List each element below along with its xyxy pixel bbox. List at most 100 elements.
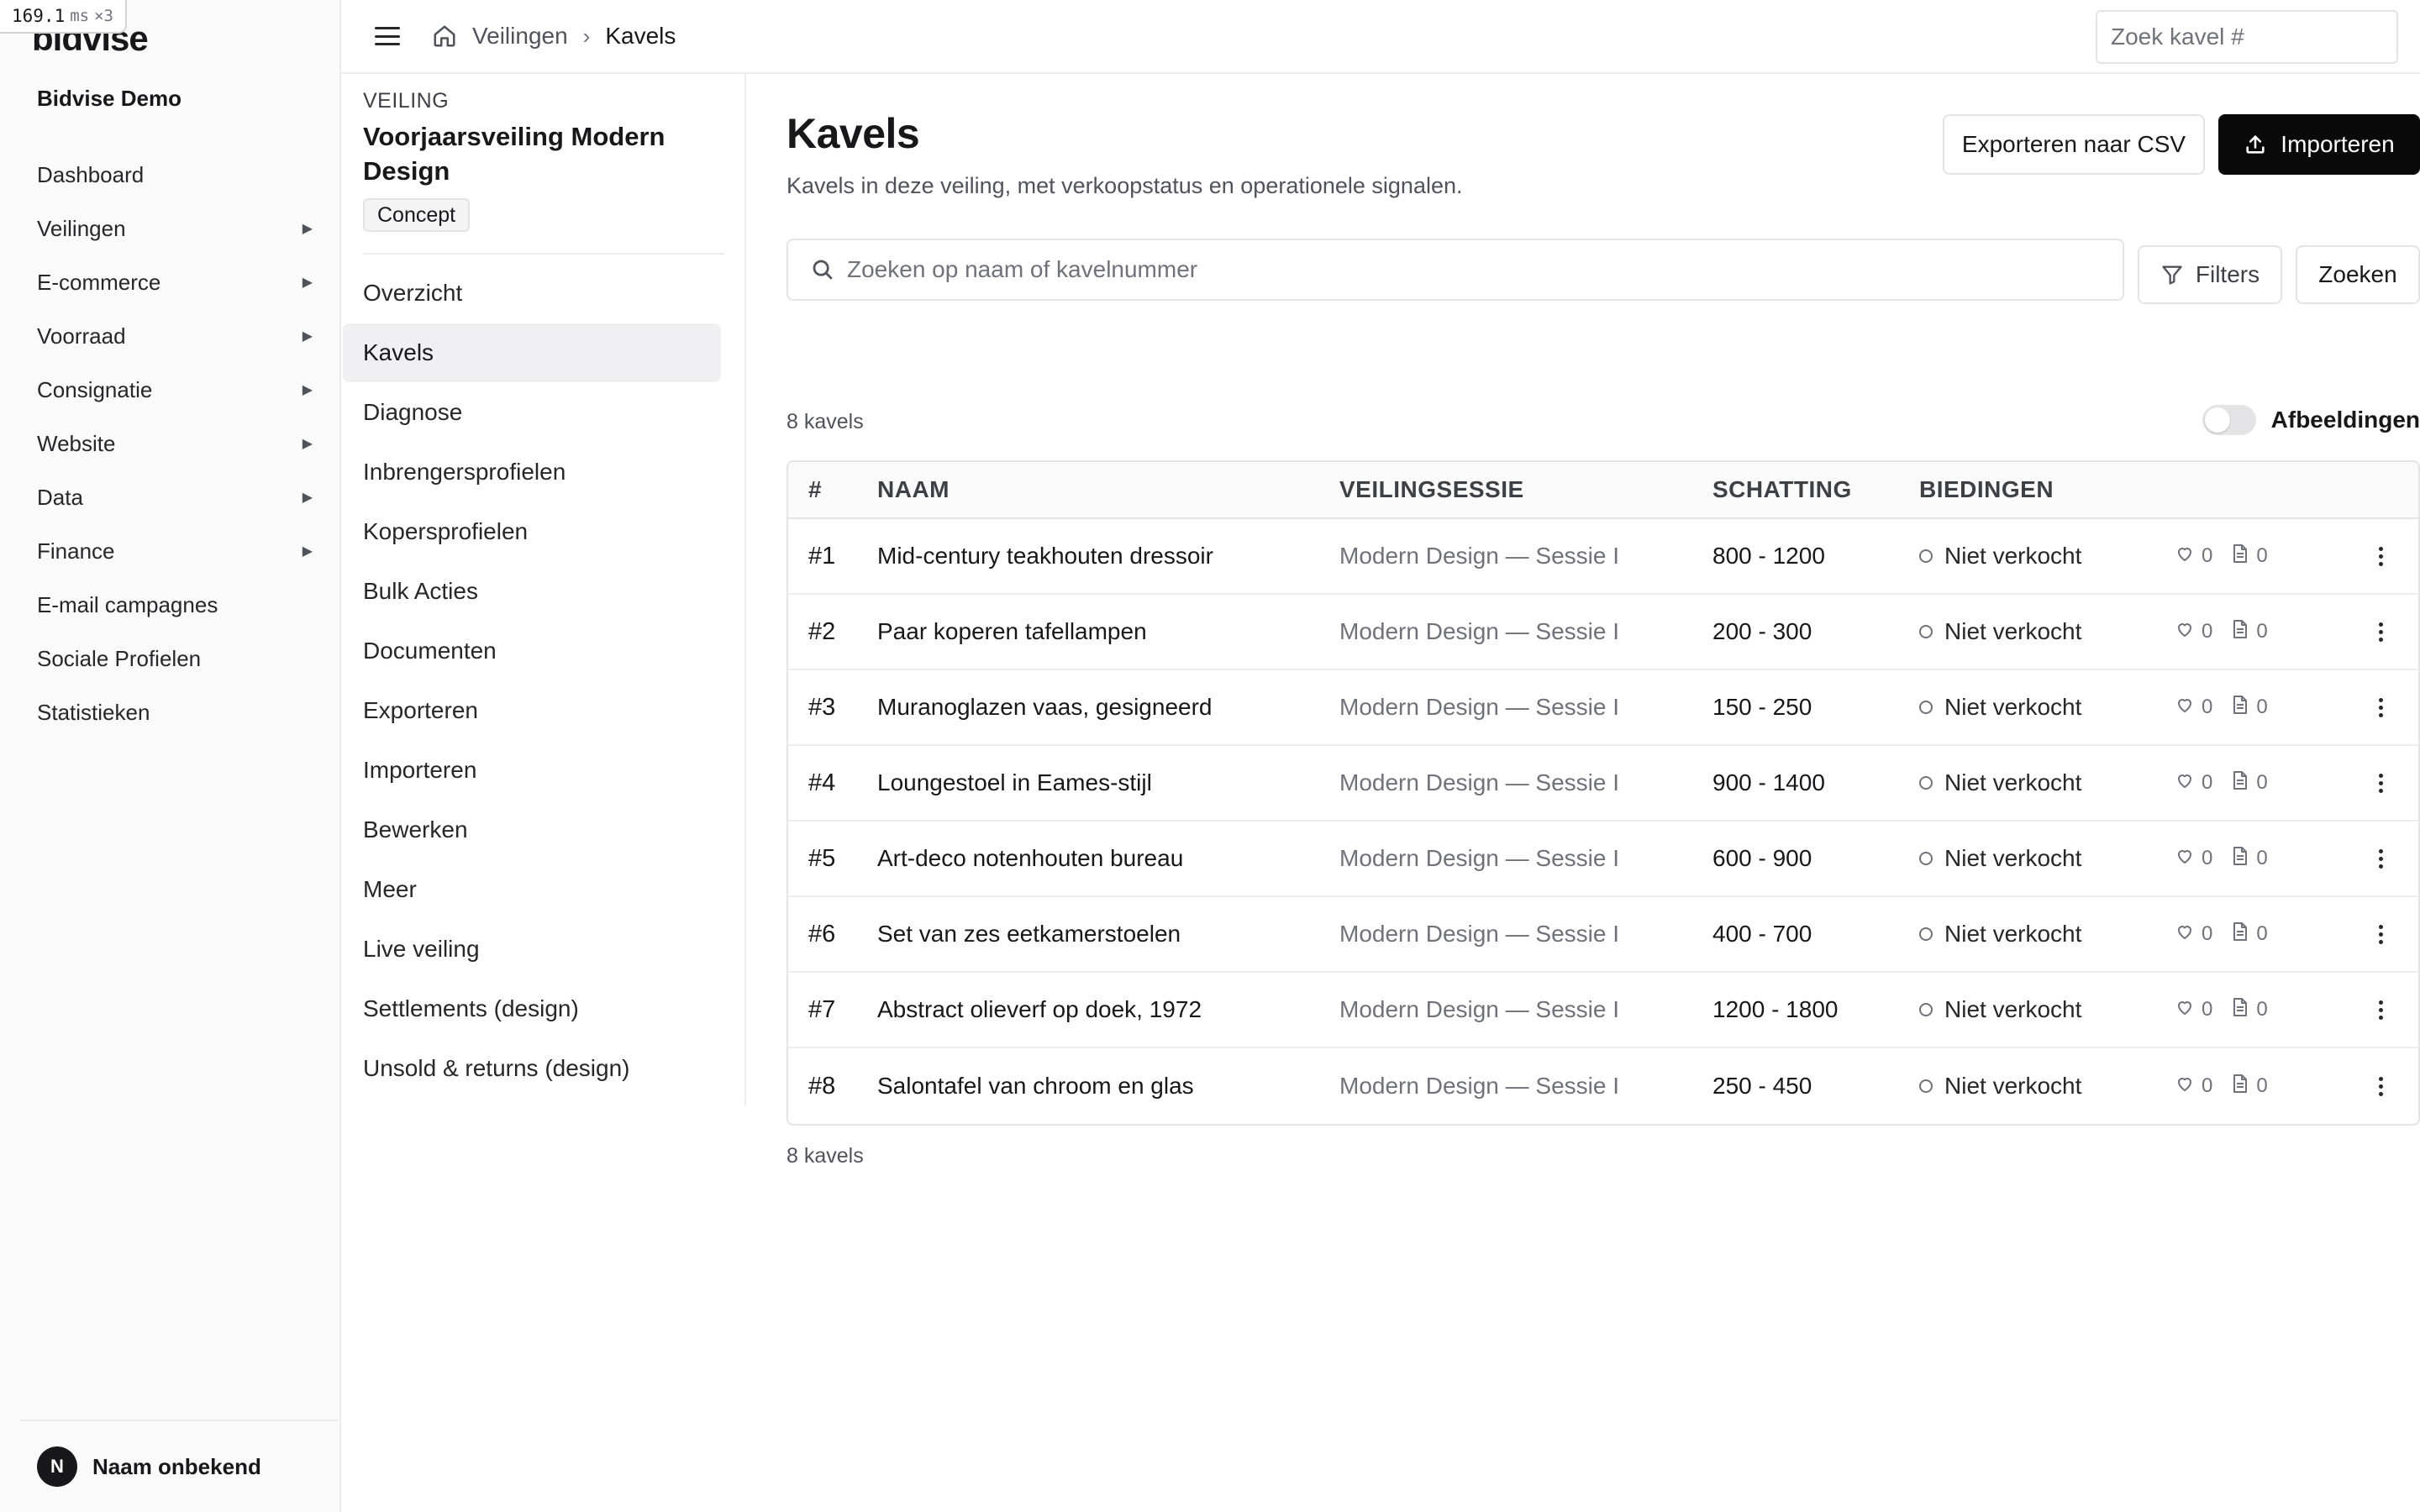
lot-name[interactable]: Muranoglazen vaas, gesigneerd <box>877 694 1212 721</box>
auction-nav-item-unsold-returns-design[interactable]: Unsold & returns (design) <box>343 1039 721 1098</box>
auction-nav-item-settlements-design[interactable]: Settlements (design) <box>343 979 721 1038</box>
status-dot-icon <box>1919 1003 1933 1016</box>
breadcrumb-separator: › <box>582 23 591 49</box>
sidebar-item-statistieken[interactable]: Statistieken <box>20 685 329 739</box>
documents: 0 <box>2231 770 2268 796</box>
divider <box>363 253 724 255</box>
lot-session: Modern Design — Sessie I <box>1339 769 1620 795</box>
breadcrumb-parent[interactable]: Veilingen <box>472 23 568 50</box>
table-row[interactable]: #6 Set van zes eetkamerstoelen Modern Desi… <box>788 897 2418 973</box>
more-vertical-icon[interactable] <box>2376 924 2385 944</box>
documents: 0 <box>2231 1074 2268 1100</box>
auction-eyebrow: VEILING <box>363 89 450 113</box>
likes: 0 <box>2175 619 2212 645</box>
col-session[interactable]: VEILINGSESSIE <box>1339 476 1524 503</box>
search-button-label: Zoeken <box>2318 261 2397 287</box>
lot-name[interactable]: Abstract olieverf op doek, 1972 <box>877 996 1202 1023</box>
more-vertical-icon[interactable] <box>2376 546 2385 566</box>
menu-toggle-icon[interactable] <box>375 27 400 45</box>
auction-nav-item-diagnose[interactable]: Diagnose <box>343 383 721 442</box>
lot-session: Modern Design — Sessie I <box>1339 618 1620 644</box>
chevron-right-icon: ▶ <box>302 383 313 397</box>
images-switch[interactable] <box>2202 405 2256 435</box>
app-sidebar: bidvise Bidvise Demo Dashboard Veilingen ▶… <box>0 0 341 1512</box>
heart-icon <box>2175 997 2195 1023</box>
lot-count: 8 kavels <box>786 410 864 433</box>
table-row[interactable]: #2 Paar koperen tafellampen Modern Design … <box>788 595 2418 670</box>
more-vertical-icon[interactable] <box>2376 697 2385 717</box>
lot-search-input[interactable] <box>2097 12 2396 62</box>
sidebar-item-voorraad[interactable]: Voorraad ▶ <box>20 309 329 363</box>
table-row[interactable]: #5 Art-deco notenhouten bureau Modern Desi… <box>788 822 2418 897</box>
likes: 0 <box>2175 997 2212 1023</box>
more-vertical-icon[interactable] <box>2376 773 2385 793</box>
lot-name[interactable]: Set van zes eetkamerstoelen <box>877 921 1181 948</box>
sidebar-item-consignatie[interactable]: Consignatie ▶ <box>20 363 329 417</box>
col-estimate[interactable]: SCHATTING <box>1712 476 1852 503</box>
sidebar-item-data[interactable]: Data ▶ <box>20 470 329 524</box>
lot-name[interactable]: Art-deco notenhouten bureau <box>877 845 1183 872</box>
auction-nav-item-overzicht[interactable]: Overzicht <box>343 264 721 323</box>
lot-name[interactable]: Salontafel van chroom en glas <box>877 1073 1194 1100</box>
table-row[interactable]: #3 Muranoglazen vaas, gesigneerd Modern De… <box>788 670 2418 746</box>
sale-status: Niet verkocht <box>1919 543 2081 570</box>
auction-nav-item-bulk-acties[interactable]: Bulk Acties <box>343 562 721 621</box>
auction-nav-item-importeren[interactable]: Importeren <box>343 741 721 800</box>
document-icon <box>2231 997 2249 1023</box>
search-icon <box>813 260 833 280</box>
filters-button[interactable]: Filters <box>2138 245 2282 304</box>
more-vertical-icon[interactable] <box>2376 1076 2385 1096</box>
page-title: Kavels <box>786 110 920 157</box>
likes: 0 <box>2175 1074 2212 1100</box>
table-row[interactable]: #7 Abstract olieverf op doek, 1972 Modern … <box>788 973 2418 1048</box>
home-icon[interactable] <box>432 24 457 49</box>
sidebar-item-website[interactable]: Website ▶ <box>20 417 329 470</box>
sale-status-label: Niet verkocht <box>1944 1073 2082 1099</box>
top-bar: Veilingen › Kavels <box>341 0 2420 74</box>
sidebar-item-e-commerce[interactable]: E-commerce ▶ <box>20 255 329 309</box>
sale-status: Niet verkocht <box>1919 694 2081 721</box>
lot-name[interactable]: Paar koperen tafellampen <box>877 618 1147 645</box>
document-icon <box>2231 921 2249 948</box>
table-row[interactable]: #8 Salontafel van chroom en glas Modern De… <box>788 1048 2418 1124</box>
filters-label: Filters <box>2195 261 2260 287</box>
lot-estimate: 200 - 300 <box>1712 618 1812 644</box>
lot-name[interactable]: Mid-century teakhouten dressoir <box>877 543 1213 570</box>
auction-nav-item-meer[interactable]: Meer <box>343 860 721 919</box>
user-name: Naam onbekend <box>92 1453 261 1479</box>
import-button[interactable]: Importeren <box>2218 114 2420 175</box>
auction-nav-item-documenten[interactable]: Documenten <box>343 622 721 680</box>
lots-search-input[interactable] <box>847 256 2123 283</box>
images-toggle[interactable]: Afbeeldingen <box>2202 405 2420 435</box>
sidebar-item-e-mail-campagnes[interactable]: E-mail campagnes <box>20 578 329 632</box>
org-name[interactable]: Bidvise Demo <box>37 86 182 112</box>
auction-nav-item-live-veiling[interactable]: Live veiling <box>343 920 721 979</box>
more-vertical-icon[interactable] <box>2376 848 2385 869</box>
col-name[interactable]: NAAM <box>877 476 950 503</box>
sidebar-item-sociale-profielen[interactable]: Sociale Profielen <box>20 632 329 685</box>
auction-nav-item-kavels[interactable]: Kavels <box>343 323 721 382</box>
auction-nav-item-bewerken[interactable]: Bewerken <box>343 801 721 859</box>
sidebar-item-veilingen[interactable]: Veilingen ▶ <box>20 202 329 255</box>
sidebar-item-finance[interactable]: Finance ▶ <box>20 524 329 578</box>
sidebar-item-label: Veilingen <box>37 215 126 241</box>
col-bids[interactable]: BIEDINGEN <box>1919 476 2054 503</box>
auction-nav-item-inbrengersprofielen[interactable]: Inbrengersprofielen <box>343 443 721 501</box>
lot-signals: 00 <box>2175 921 2268 948</box>
sidebar-item-dashboard[interactable]: Dashboard <box>20 148 329 202</box>
col-number[interactable]: # <box>808 476 822 503</box>
table-row[interactable]: #1 Mid-century teakhouten dressoir Modern … <box>788 519 2418 595</box>
table-row[interactable]: #4 Loungestoel in Eames-stijl Modern Desig… <box>788 746 2418 822</box>
main-nav: Dashboard Veilingen ▶ E-commerce ▶ Voorraad ▶ C… <box>20 148 329 739</box>
auction-nav-item-exporteren[interactable]: Exporteren <box>343 681 721 740</box>
user-menu[interactable]: N Naam onbekend <box>20 1420 338 1512</box>
lot-number: #7 <box>808 995 836 1023</box>
search-button[interactable]: Zoeken <box>2296 245 2420 304</box>
export-csv-button[interactable]: Exporteren naar CSV <box>1943 114 2205 175</box>
lot-session: Modern Design — Sessie I <box>1339 694 1620 720</box>
more-vertical-icon[interactable] <box>2376 622 2385 642</box>
lot-name[interactable]: Loungestoel in Eames-stijl <box>877 769 1152 796</box>
heart-icon <box>2175 921 2195 948</box>
more-vertical-icon[interactable] <box>2376 1000 2385 1020</box>
auction-nav-item-kopersprofielen[interactable]: Kopersprofielen <box>343 502 721 561</box>
